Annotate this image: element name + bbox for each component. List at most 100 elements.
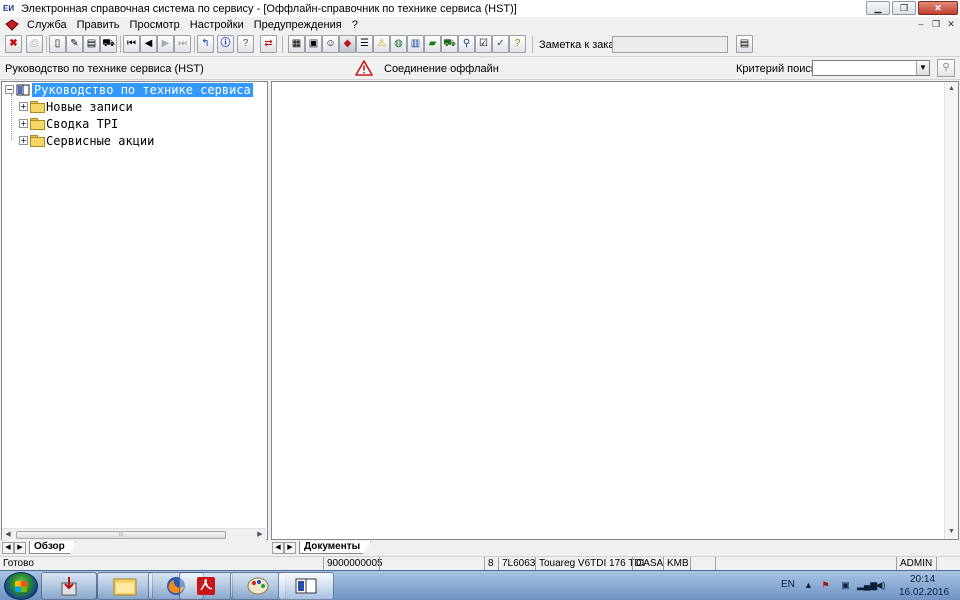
show-hidden-icons[interactable]: ▲ [803, 580, 814, 591]
status-field-1: 8 [484, 557, 498, 571]
menu-warnings[interactable]: Предупреждения [249, 19, 347, 31]
start-button[interactable] [4, 572, 38, 600]
list-icon[interactable]: ☰ [356, 35, 373, 53]
manual-icon[interactable]: ▦ [288, 35, 305, 53]
menu-view[interactable]: Просмотр [125, 19, 185, 31]
catalog-icon[interactable]: ▣ [305, 35, 322, 53]
pdf-reader-icon[interactable] [179, 572, 233, 600]
clock-time[interactable]: 20:14 [910, 574, 935, 585]
installer-icon[interactable] [41, 572, 97, 600]
scroll-down-icon[interactable]: ▼ [945, 525, 958, 538]
next-record-icon[interactable]: ▶ [157, 35, 174, 53]
scroll-right-icon[interactable]: ▶ [254, 529, 266, 541]
status-order-number: 9000000005 [323, 557, 383, 571]
new-document-icon[interactable]: ▯ [49, 35, 66, 53]
window-title: Электронная справочная система по сервис… [21, 2, 517, 15]
minimize-button[interactable]: ▁ [866, 1, 890, 15]
document-panel[interactable]: ▲ ▼ [271, 81, 959, 540]
menu-service[interactable]: Служба [22, 19, 72, 31]
tree-node[interactable]: + Сводка TPI [19, 116, 118, 131]
tree-node-root[interactable]: − Руководство по технике сервиса [5, 82, 253, 97]
tree-label-root[interactable]: Руководство по технике сервиса [32, 82, 253, 97]
globe-icon[interactable]: ◍ [390, 35, 407, 53]
document-minimize-button[interactable]: – [914, 18, 928, 31]
tab-documents[interactable]: Документы [299, 541, 372, 554]
close-button[interactable]: ✕ [918, 1, 958, 15]
app-logo-icon [5, 18, 19, 31]
tree-label[interactable]: Сервисные акции [46, 134, 154, 148]
stop-icon[interactable]: ✖ [5, 35, 22, 53]
collapse-icon[interactable]: − [5, 85, 14, 94]
search-criteria-select[interactable]: ▼ [812, 60, 930, 76]
expand-icon[interactable]: + [19, 102, 28, 111]
scroll-up-icon[interactable]: ▲ [945, 82, 958, 95]
checklist-icon[interactable]: ☑ [475, 35, 492, 53]
installer-glyph-icon [61, 577, 77, 596]
dropdown-arrow-icon[interactable]: ▼ [916, 61, 929, 75]
pdf-glyph-icon [197, 577, 215, 595]
help-page-icon[interactable]: ? [509, 35, 526, 53]
person-icon[interactable]: ☺ [322, 35, 339, 53]
diagnostics-icon[interactable]: ✓ [492, 35, 509, 53]
order-note-field[interactable] [612, 36, 728, 53]
document-vertical-scrollbar[interactable]: ▲ ▼ [944, 82, 958, 539]
document-close-button[interactable]: ✕ [944, 18, 958, 31]
previous-record-icon[interactable]: ◀ [140, 35, 157, 53]
taskbar: EN ▲ ⚑ ▣ ▂▄▆ ◀) 20:14 16.02.2016 [0, 570, 960, 600]
search-button[interactable]: ⚲ [937, 59, 955, 77]
tab-scroll-right-icon[interactable]: ▶ [284, 541, 296, 554]
scroll-thumb[interactable]: ⦙⦙⦙ [16, 531, 226, 539]
tab-overview[interactable]: Обзор [29, 541, 76, 554]
tree-node[interactable]: + Сервисные акции [19, 133, 154, 148]
menu-settings[interactable]: Настройки [185, 19, 249, 31]
edit-icon[interactable]: ✎ [66, 35, 83, 53]
swap-icon[interactable]: ⇄ [260, 35, 277, 53]
menu-help[interactable]: ? [347, 19, 363, 31]
expand-icon[interactable]: + [19, 119, 28, 128]
tree-label[interactable]: Сводка TPI [46, 117, 118, 131]
book-icon[interactable]: ◆ [339, 35, 356, 53]
car-icon[interactable]: ⛟ [100, 35, 117, 53]
clock-date[interactable]: 16.02.2016 [899, 587, 949, 598]
vehicle-icon[interactable]: ⛟ [441, 35, 458, 53]
connection-status: Соединение оффлайн [384, 63, 499, 75]
tree-connector-line [11, 94, 12, 140]
toolbar-separator [194, 36, 195, 53]
file-explorer-icon[interactable] [97, 572, 153, 600]
document-window-controls: – ❐ ✕ [914, 18, 958, 31]
note-icon[interactable]: ▰ [424, 35, 441, 53]
clipboard-icon[interactable]: ▥ [407, 35, 424, 53]
status-engine: CASA [632, 557, 663, 571]
action-center-icon[interactable]: ⚑ [820, 580, 831, 591]
tree-horizontal-scrollbar[interactable]: ◀ ⦙⦙⦙ ▶ [2, 528, 266, 540]
first-record-icon[interactable]: ⏮ [123, 35, 140, 53]
tree-label[interactable]: Новые записи [46, 100, 133, 114]
tab-scroll-left-icon[interactable]: ◀ [272, 541, 284, 554]
volume-icon[interactable]: ◀) [875, 580, 886, 591]
last-record-icon[interactable]: ⏭ [174, 35, 191, 53]
document-restore-button[interactable]: ❐ [929, 18, 943, 31]
menu-edit[interactable]: Править [72, 19, 125, 31]
device-icon[interactable]: ▣ [840, 580, 851, 591]
elsa-app-icon[interactable] [278, 572, 334, 600]
status-code: 7L6063 [498, 557, 535, 571]
user-search-icon[interactable]: ⚲ [458, 35, 475, 53]
order-notes-icon[interactable]: ▤ [736, 35, 753, 53]
scroll-left-icon[interactable]: ◀ [2, 529, 14, 541]
folder-icon [30, 118, 45, 130]
restore-button[interactable]: ❐ [892, 1, 916, 15]
tab-scroll-right-icon[interactable]: ▶ [14, 541, 26, 554]
expand-icon[interactable]: + [19, 136, 28, 145]
document-icon[interactable]: ▤ [83, 35, 100, 53]
language-indicator[interactable]: EN [781, 579, 795, 590]
info-bar: Руководство по технике сервиса (HST) Сое… [0, 58, 960, 80]
tree-node[interactable]: + Новые записи [19, 99, 133, 114]
info-icon[interactable]: ⓘ [217, 35, 234, 53]
network-icon[interactable]: ▂▄▆ [857, 580, 877, 591]
warning-icon[interactable]: ⚠ [373, 35, 390, 53]
up-level-icon[interactable]: ↰ [197, 35, 214, 53]
status-vehicle: Touareg V6TDI 176 TDI [535, 557, 644, 571]
print-icon[interactable]: ⎙ [26, 35, 43, 53]
help-icon[interactable]: ? [237, 35, 254, 53]
tab-scroll-left-icon[interactable]: ◀ [2, 541, 14, 554]
